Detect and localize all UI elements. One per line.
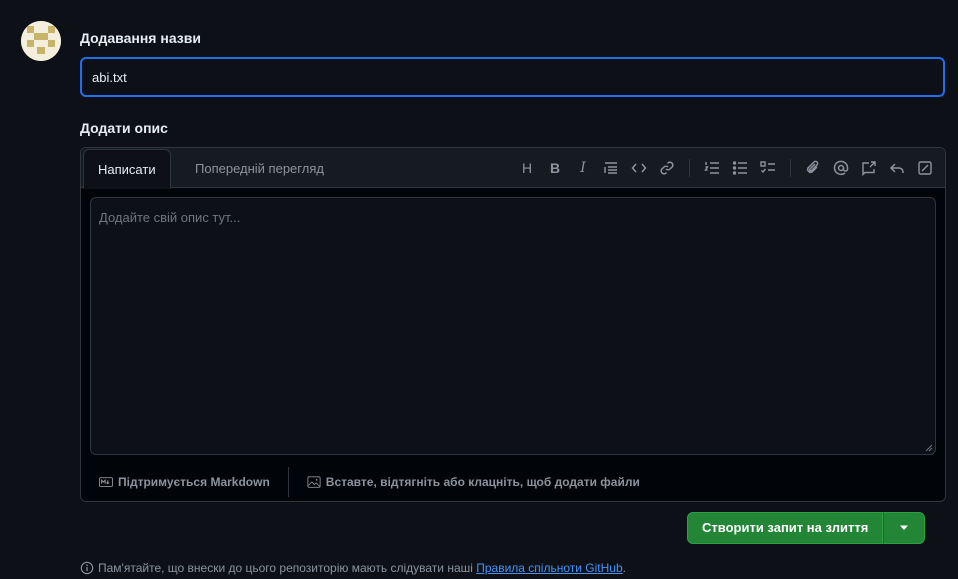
saved-reply-icon[interactable] bbox=[886, 157, 908, 179]
notice-suffix: . bbox=[622, 561, 626, 575]
markdown-support-link[interactable]: Підтримується Markdown bbox=[81, 466, 288, 498]
heading-icon[interactable]: H bbox=[516, 157, 538, 179]
markdown-toolbar: H B I bbox=[513, 148, 939, 188]
tab-preview[interactable]: Попередній перегляд bbox=[181, 148, 338, 189]
submit-button-group: Створити запит на злиття bbox=[687, 512, 926, 544]
toolbar-divider bbox=[790, 159, 791, 177]
editor-tabbar: Написати Попередній перегляд H B I bbox=[81, 148, 945, 189]
fullscreen-icon[interactable] bbox=[914, 157, 936, 179]
create-pull-request-button[interactable]: Створити запит на злиття bbox=[687, 512, 884, 544]
submit-options-button[interactable] bbox=[883, 512, 926, 544]
community-guidelines-link[interactable]: Правила спільноти GitHub bbox=[476, 561, 622, 575]
triangle-down-icon bbox=[900, 525, 909, 530]
contribution-notice: Пам'ятайте, що внески до цього репозитор… bbox=[80, 561, 626, 575]
editor-footer: Підтримується Markdown Вставте, відтягні… bbox=[81, 464, 945, 500]
toolbar-divider bbox=[689, 159, 690, 177]
title-input[interactable] bbox=[80, 57, 945, 97]
description-editor: Написати Попередній перегляд H B I Додай… bbox=[80, 147, 946, 502]
unordered-list-icon[interactable] bbox=[729, 157, 751, 179]
code-icon[interactable] bbox=[628, 157, 650, 179]
info-icon bbox=[80, 561, 94, 575]
resize-handle-icon[interactable] bbox=[925, 444, 933, 452]
image-icon bbox=[307, 476, 321, 488]
attach-icon[interactable] bbox=[802, 157, 824, 179]
cross-reference-icon[interactable] bbox=[858, 157, 880, 179]
task-list-icon[interactable] bbox=[757, 157, 779, 179]
ordered-list-icon[interactable] bbox=[701, 157, 723, 179]
notice-text: Пам'ятайте, що внески до цього репозитор… bbox=[98, 561, 473, 575]
markdown-note: Підтримується Markdown bbox=[118, 475, 270, 489]
attach-note: Вставте, відтягніть або клацніть, щоб до… bbox=[325, 475, 640, 489]
description-textarea[interactable] bbox=[90, 197, 936, 455]
markdown-icon bbox=[99, 477, 113, 487]
italic-icon[interactable]: I bbox=[572, 157, 594, 179]
link-icon[interactable] bbox=[656, 157, 678, 179]
mention-icon[interactable] bbox=[830, 157, 852, 179]
avatar[interactable] bbox=[21, 21, 61, 61]
tab-write[interactable]: Написати bbox=[83, 149, 171, 189]
title-label: Додавання назви bbox=[80, 30, 201, 46]
attach-files-button[interactable]: Вставте, відтягніть або клацніть, щоб до… bbox=[289, 466, 658, 498]
quote-icon[interactable] bbox=[600, 157, 622, 179]
bold-icon[interactable]: B bbox=[544, 157, 566, 179]
description-label: Додати опис bbox=[80, 120, 168, 136]
